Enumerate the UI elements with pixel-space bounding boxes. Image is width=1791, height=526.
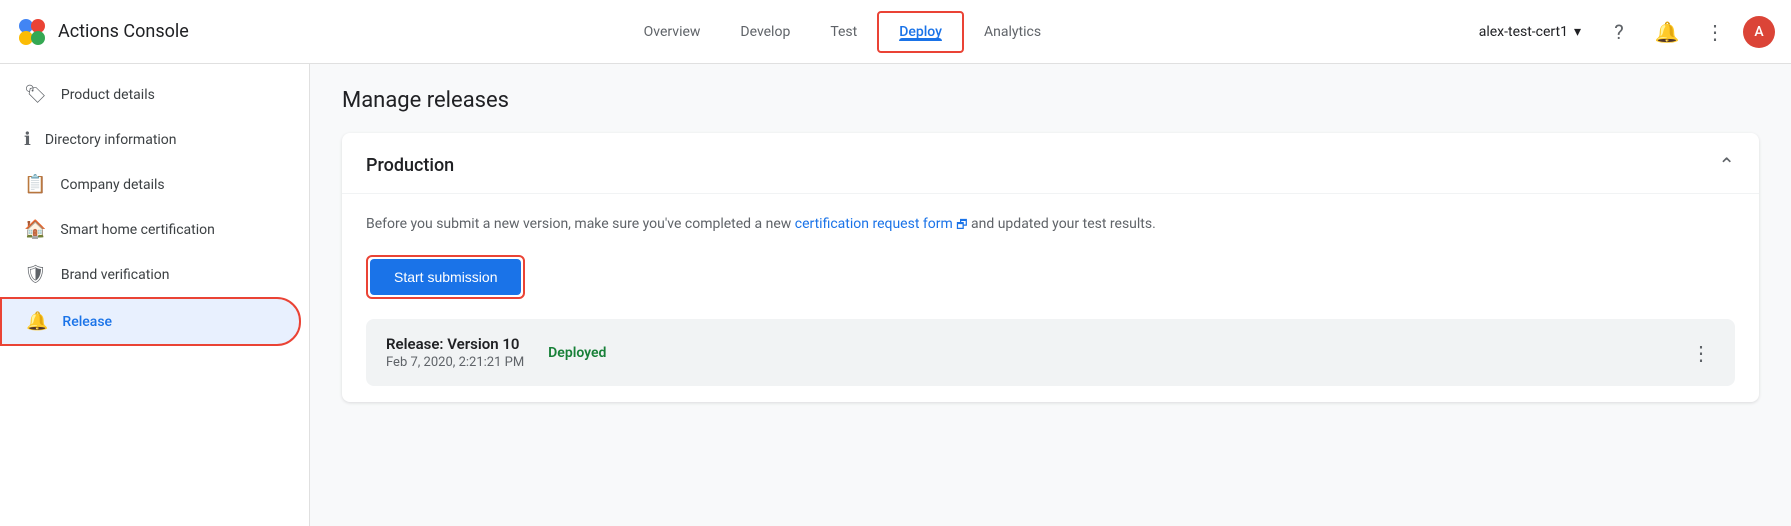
grid-icon: 📋 bbox=[24, 174, 46, 195]
google-logo bbox=[16, 16, 48, 48]
sidebar-item-company-details[interactable]: 📋 Company details bbox=[0, 162, 301, 207]
app-title: Actions Console bbox=[58, 21, 189, 42]
sidebar-item-directory-information[interactable]: ℹ Directory information bbox=[0, 117, 301, 162]
layout: 🏷 Product details ℹ Directory informatio… bbox=[0, 64, 1791, 526]
bell-icon: 🔔 bbox=[1655, 20, 1680, 44]
logo-area: Actions Console bbox=[16, 16, 216, 48]
nav-test[interactable]: Test bbox=[810, 0, 877, 64]
notifications-icon-btn[interactable]: 🔔 bbox=[1647, 12, 1687, 52]
sidebar-item-label: Product details bbox=[61, 87, 155, 103]
account-selector[interactable]: alex-test-cert1 ▾ bbox=[1469, 18, 1591, 46]
sidebar-item-label: Release bbox=[62, 314, 112, 330]
sidebar-item-label: Directory information bbox=[45, 132, 177, 148]
avatar[interactable]: A bbox=[1743, 16, 1775, 48]
collapse-icon[interactable]: ⌃ bbox=[1718, 153, 1735, 177]
release-status-badge: Deployed bbox=[548, 345, 606, 361]
sidebar-item-label: Brand verification bbox=[61, 267, 170, 283]
info-icon: ℹ bbox=[24, 129, 31, 150]
page-title: Manage releases bbox=[342, 88, 1759, 113]
release-info: Release: Version 10 Feb 7, 2020, 2:21:21… bbox=[386, 335, 524, 370]
production-card: Production ⌃ Before you submit a new ver… bbox=[342, 133, 1759, 402]
release-date: Feb 7, 2020, 2:21:21 PM bbox=[386, 355, 524, 370]
main-content: Manage releases Production ⌃ Before you … bbox=[310, 64, 1791, 526]
shield-icon: 🛡 bbox=[24, 264, 47, 285]
help-icon: ? bbox=[1614, 20, 1623, 44]
sidebar-item-brand-verification[interactable]: 🛡 Brand verification bbox=[0, 252, 301, 297]
deploy-underline bbox=[899, 38, 942, 41]
sidebar-item-label: Company details bbox=[60, 177, 164, 193]
chevron-down-icon: ▾ bbox=[1574, 24, 1581, 40]
nav-analytics[interactable]: Analytics bbox=[964, 0, 1061, 64]
sidebar-item-smart-home-certification[interactable]: 🏠 Smart home certification bbox=[0, 207, 301, 252]
cert-link[interactable]: certification request form 🗗 bbox=[795, 216, 968, 232]
production-body: Before you submit a new version, make su… bbox=[342, 194, 1759, 319]
external-link-icon: 🗗 bbox=[956, 217, 967, 231]
more-vert-icon: ⋮ bbox=[1705, 20, 1725, 44]
sidebar-item-label: Smart home certification bbox=[60, 222, 214, 238]
nav-develop[interactable]: Develop bbox=[720, 0, 810, 64]
production-header: Production ⌃ bbox=[342, 133, 1759, 194]
release-more-icon[interactable]: ⋮ bbox=[1687, 337, 1715, 369]
release-version: Release: Version 10 bbox=[386, 335, 524, 353]
help-icon-btn[interactable]: ? bbox=[1599, 12, 1639, 52]
production-description: Before you submit a new version, make su… bbox=[366, 214, 1735, 235]
release-left: Release: Version 10 Feb 7, 2020, 2:21:21… bbox=[386, 335, 1663, 370]
sidebar-item-product-details[interactable]: 🏷 Product details bbox=[0, 72, 301, 117]
start-submission-button[interactable]: Start submission bbox=[370, 259, 521, 295]
more-options-icon-btn[interactable]: ⋮ bbox=[1695, 12, 1735, 52]
nav-deploy[interactable]: Deploy bbox=[877, 11, 964, 53]
nav-overview[interactable]: Overview bbox=[624, 0, 721, 64]
sidebar: 🏷 Product details ℹ Directory informatio… bbox=[0, 64, 310, 526]
sidebar-item-release[interactable]: 🔔 Release bbox=[0, 297, 301, 346]
start-submission-btn-wrapper: Start submission bbox=[366, 255, 525, 299]
nav-right: alex-test-cert1 ▾ ? 🔔 ⋮ A bbox=[1469, 12, 1775, 52]
account-name: alex-test-cert1 bbox=[1479, 24, 1568, 40]
bell-sidebar-icon: 🔔 bbox=[26, 311, 48, 332]
production-title: Production bbox=[366, 155, 454, 176]
top-nav: Actions Console Overview Develop Test De… bbox=[0, 0, 1791, 64]
home-icon: 🏠 bbox=[24, 219, 46, 240]
tag-icon: 🏷 bbox=[24, 84, 47, 105]
release-row: Release: Version 10 Feb 7, 2020, 2:21:21… bbox=[366, 319, 1735, 386]
top-nav-links: Overview Develop Test Deploy Analytics bbox=[216, 0, 1469, 64]
